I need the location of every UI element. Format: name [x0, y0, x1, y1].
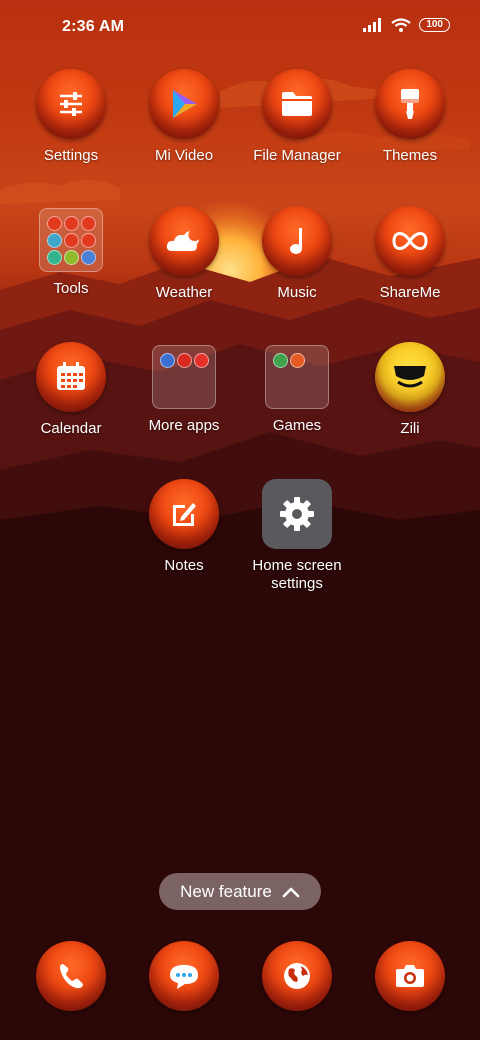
zili-logo-icon [375, 342, 445, 412]
camera-icon [375, 941, 445, 1011]
play-icon [149, 69, 219, 139]
app-file-manager[interactable]: File Manager [241, 69, 353, 165]
app-zili[interactable]: Zili [354, 342, 466, 438]
app-label: Notes [164, 557, 204, 574]
music-note-icon [262, 206, 332, 276]
home-screen: 2:36 AM 100 Settings Mi Video File Manag… [0, 0, 480, 1040]
app-label: More apps [148, 417, 220, 434]
browser-globe-icon [262, 941, 332, 1011]
app-label: Weather [155, 284, 213, 301]
battery-indicator: 100 [419, 18, 450, 32]
signal-icon [363, 18, 382, 32]
app-label: Games [272, 417, 322, 434]
message-icon [149, 941, 219, 1011]
app-label: ShareMe [379, 284, 441, 301]
app-calendar[interactable]: Calendar [15, 342, 127, 438]
new-feature-label: New feature [180, 881, 272, 901]
app-label: Mi Video [154, 147, 214, 164]
status-bar: 2:36 AM 100 [0, 0, 480, 56]
app-music[interactable]: Music [241, 206, 353, 302]
app-label: Zili [400, 420, 420, 437]
app-themes[interactable]: Themes [354, 69, 466, 165]
app-weather[interactable]: Weather [128, 206, 240, 302]
dock-camera[interactable] [354, 941, 466, 1011]
folder-icon [262, 69, 332, 139]
calendar-icon [36, 342, 106, 412]
infinity-icon [375, 206, 445, 276]
folder-tools[interactable]: Tools [15, 208, 127, 298]
app-label: Tools [53, 280, 89, 297]
gear-icon [262, 479, 332, 549]
edit-note-icon [149, 479, 219, 549]
folder-tools-icon [39, 208, 103, 272]
app-settings[interactable]: Settings [15, 69, 127, 165]
folder-more-apps[interactable]: More apps [128, 345, 240, 435]
folder-icon [265, 345, 329, 409]
brush-icon [375, 69, 445, 139]
dock-phone[interactable] [15, 941, 127, 1011]
app-shareme[interactable]: ShareMe [354, 206, 466, 302]
app-label: File Manager [253, 147, 341, 164]
app-label: Themes [382, 147, 438, 164]
sliders-icon [36, 69, 106, 139]
app-label: Home screen settings [252, 557, 342, 592]
cloud-moon-icon [149, 206, 219, 276]
new-feature-button[interactable]: New feature [159, 873, 321, 910]
clock: 2:36 AM [62, 18, 125, 35]
folder-games[interactable]: Games [241, 345, 353, 435]
app-label: Music [277, 284, 317, 301]
wifi-icon [391, 18, 411, 32]
app-label: Calendar [40, 420, 102, 437]
app-mi-video[interactable]: Mi Video [128, 69, 240, 165]
chevron-up-icon [282, 887, 300, 897]
app-notes[interactable]: Notes [128, 479, 240, 575]
app-label: Settings [43, 147, 99, 164]
status-icons: 100 [363, 18, 450, 32]
folder-icon [152, 345, 216, 409]
phone-icon [36, 941, 106, 1011]
dock-browser[interactable] [241, 941, 353, 1011]
dock-messages[interactable] [128, 941, 240, 1011]
app-home-screen-settings[interactable]: Home screen settings [241, 479, 353, 593]
